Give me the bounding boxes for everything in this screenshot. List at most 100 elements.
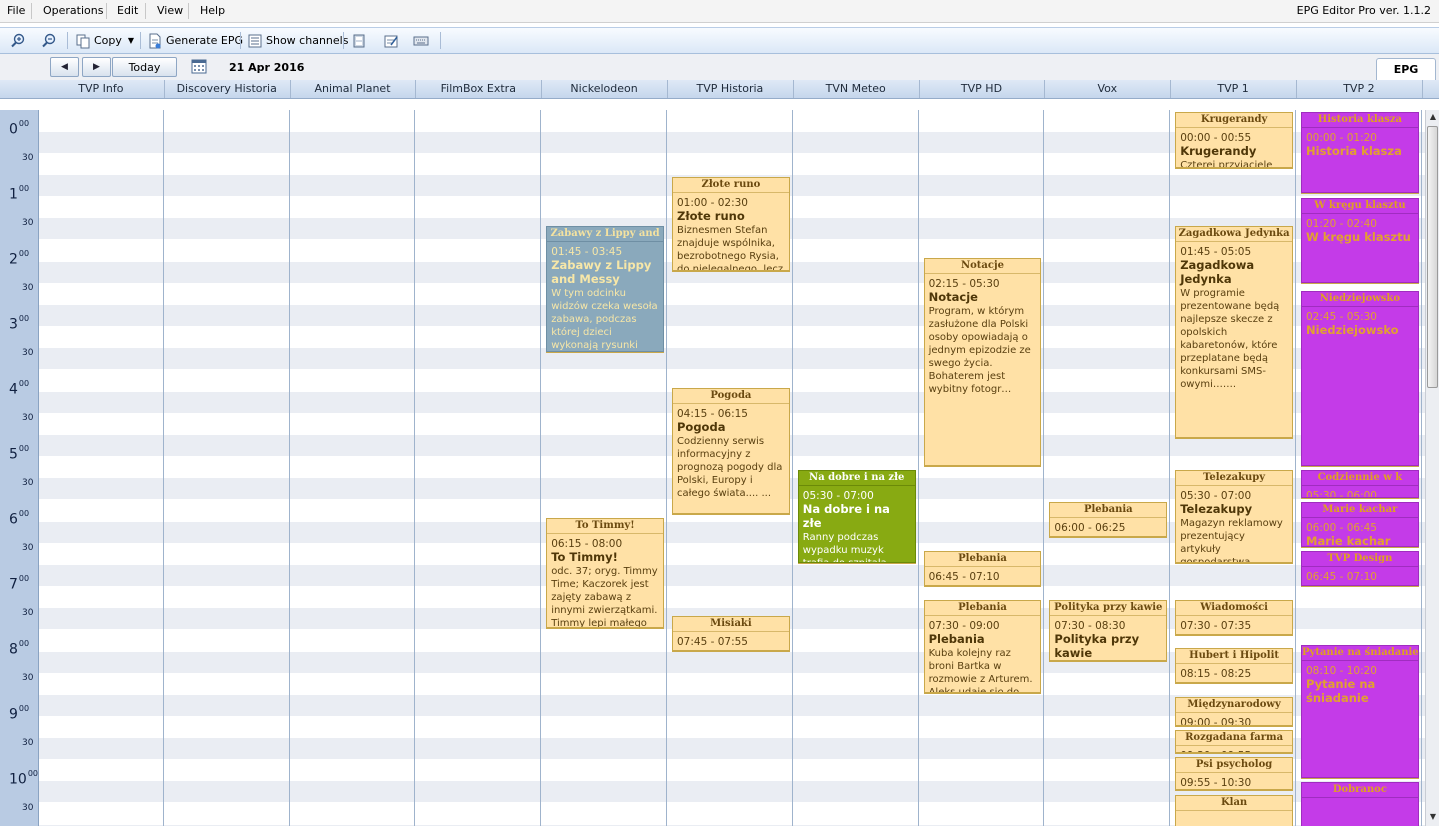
program-name: W kręgu klasztu <box>1306 229 1411 244</box>
toolbar: Copy ▼ Generate EPG Show channels <box>0 27 1439 54</box>
toolbar-separator <box>440 32 441 49</box>
channel-header-item[interactable]: TVP Info <box>38 82 164 96</box>
program-block[interactable]: Dobranoc <box>1301 781 1419 826</box>
channel-header-item[interactable]: Animal Planet <box>290 82 416 96</box>
program-name: Na dobre i na złe <box>802 501 890 530</box>
tab-epg[interactable]: EPG <box>1376 58 1436 81</box>
channel-header-item[interactable]: Discovery Historia <box>164 82 290 96</box>
channel-header-item[interactable]: TVN Meteo <box>793 82 919 96</box>
program-block[interactable]: Polityka przy kawie 07:30 - 08:30 Polityka… <box>1049 599 1168 661</box>
menu-operations[interactable]: Operations <box>43 4 103 17</box>
program-block[interactable]: Na dobre i na złe 05:30 - 07:00 Na dobre i… <box>797 469 916 563</box>
generate-epg-button[interactable]: Generate EPG <box>147 31 243 50</box>
today-button[interactable]: Today <box>112 57 177 77</box>
program-time: 06:00 - 06:45 <box>1306 522 1377 534</box>
program-name: Zagadkowa Jedynka <box>1180 257 1255 286</box>
channel-header-item[interactable]: FilmBox Extra <box>415 82 541 96</box>
program-title-bar: Psi psycholog <box>1176 758 1292 773</box>
menu-help[interactable]: Help <box>200 4 225 17</box>
film-icon <box>353 34 365 47</box>
program-block[interactable]: Pogoda 04:15 - 06:15 Pogoda Codzienny serwi… <box>672 388 790 515</box>
program-block[interactable]: Telezakupy 05:30 - 07:00 Telezakupy Magazyn… <box>1175 469 1293 563</box>
menu-separator <box>106 3 107 19</box>
keyboard-icon <box>413 36 429 45</box>
program-title-bar: Misiaki <box>673 617 789 632</box>
program-block[interactable]: Misiaki 07:45 - 07:55 <box>672 615 790 651</box>
scrollbar-thumb[interactable] <box>1427 126 1438 388</box>
toolbar-separator <box>67 32 68 49</box>
chevron-down-icon[interactable]: ▼ <box>128 36 134 45</box>
program-block[interactable]: Niedziejowsko 02:45 - 05:30 Niedziejowsko <box>1301 290 1419 466</box>
copy-button[interactable]: Copy ▼ <box>75 31 134 50</box>
half-hour-label: 30 <box>22 543 34 553</box>
program-block[interactable]: Złote runo 01:00 - 02:30 Złote runo Biznesm… <box>672 177 790 271</box>
program-block[interactable]: Rozgadana farma09:30 - 09:55 <box>1175 729 1293 753</box>
program-block[interactable]: Międzynarodowy 09:00 - 09:30 <box>1175 697 1293 726</box>
keyboard-button[interactable] <box>413 31 429 50</box>
program-name: Pytanie na śniadanie <box>1306 677 1376 705</box>
menu-file[interactable]: File <box>7 4 25 17</box>
program-title-bar: Plebania <box>924 552 1041 567</box>
program-title-bar: Pogoda <box>673 389 789 405</box>
zoom-in-button[interactable] <box>10 31 26 50</box>
program-title-bar: Krugerandy <box>1176 113 1292 128</box>
program-description: Magazyn reklamowy prezentujący artykuły … <box>1180 517 1283 563</box>
program-block[interactable]: To Timmy! 06:15 - 08:00 To Timmy! odc. 37; … <box>546 518 664 628</box>
previous-day-button[interactable]: ◀ <box>50 57 79 77</box>
edit-button[interactable] <box>383 31 399 50</box>
vertical-scrollbar[interactable]: ▲ ▼ <box>1425 110 1439 826</box>
zoom-out-button[interactable] <box>41 31 57 50</box>
channel-header-item[interactable]: Vox <box>1044 82 1170 96</box>
program-block[interactable]: Historia klasza 00:00 - 01:20 Historia kla… <box>1301 112 1419 193</box>
next-day-button[interactable]: ▶ <box>82 57 111 77</box>
program-block[interactable]: Klan <box>1175 794 1293 826</box>
menu-separator <box>188 3 189 19</box>
program-block[interactable]: Zabawy z Lippy and 01:45 - 03:45 Zabawy z … <box>546 225 664 352</box>
hour-label: 000 <box>9 119 30 138</box>
half-hour-label: 30 <box>22 413 34 423</box>
hour-label: 300 <box>9 314 30 333</box>
program-block[interactable]: Plebania 07:30 - 09:00 Plebania Kuba kolejn… <box>923 599 1042 693</box>
program-block[interactable]: Pytanie na śniadanie 08:10 - 10:20 Pytanie… <box>1301 645 1419 778</box>
scroll-up-arrow-icon[interactable]: ▲ <box>1428 111 1438 123</box>
program-title-bar: Międzynarodowy <box>1176 698 1292 713</box>
hour-label: 500 <box>9 444 30 463</box>
column-divider <box>1420 110 1422 826</box>
program-block[interactable]: Zagadkowa Jedynka 01:45 - 05:05 Zagadkowa … <box>1175 225 1293 439</box>
menu-edit[interactable]: Edit <box>117 4 138 17</box>
program-name: Zabawy z Lippy and Messy <box>551 257 652 286</box>
program-title-bar: Zabawy z Lippy and <box>547 227 663 242</box>
program-block[interactable]: Notacje 02:15 - 05:30 Notacje Program, w kt… <box>923 258 1042 466</box>
program-block[interactable]: W kręgu klasztu 01:20 - 02:40 W kręgu klas… <box>1301 197 1419 284</box>
program-block[interactable]: Plebania 06:00 - 06:25 <box>1049 502 1168 537</box>
channel-header-item[interactable]: Nickelodeon <box>541 82 667 96</box>
toolbar-separator <box>240 32 241 49</box>
time-slot-row <box>39 564 1425 586</box>
half-hour-label: 30 <box>22 673 34 683</box>
menu-view[interactable]: View <box>157 4 183 17</box>
channel-header-item[interactable]: TVP HD <box>919 82 1045 96</box>
show-channels-button[interactable]: Show channels <box>247 31 348 50</box>
program-block[interactable]: Plebania 06:45 - 07:10 <box>923 550 1042 586</box>
program-title-bar: Na dobre i na złe <box>798 471 915 486</box>
channel-header-item[interactable]: TVP 1 <box>1170 82 1296 96</box>
calendar-icon[interactable] <box>191 58 207 74</box>
program-block[interactable]: Krugerandy 00:00 - 00:55 Krugerandy Czterej… <box>1175 112 1293 168</box>
program-title-bar: Notacje <box>924 259 1041 275</box>
hour-label: 700 <box>9 574 30 593</box>
program-block[interactable]: TVP Design 06:45 - 07:10 <box>1301 550 1419 586</box>
program-block[interactable]: Codziennie w k 05:30 - 06:00 <box>1301 469 1419 498</box>
edit-icon <box>384 35 398 47</box>
program-block[interactable]: Hubert i Hipolit 08:15 - 08:25 <box>1175 648 1293 684</box>
channel-header-item[interactable]: TVP Historia <box>667 82 793 96</box>
column-divider <box>1043 110 1045 826</box>
channel-header-item[interactable]: TVP 2 <box>1296 82 1422 96</box>
program-block[interactable]: Marie kachar 06:00 - 06:45 Marie kachar <box>1301 502 1419 547</box>
program-description: W tym odcinku widzów czeka wesoła zabawa… <box>551 287 658 351</box>
program-block[interactable]: Psi psycholog 09:55 - 10:30 <box>1175 756 1293 791</box>
scroll-down-arrow-icon[interactable]: ▼ <box>1428 811 1438 823</box>
program-block[interactable]: Wiadomości 07:30 - 07:35 <box>1175 599 1293 635</box>
epg-grid[interactable]: Zabawy z Lippy and 01:45 - 03:45 Zabawy z … <box>39 110 1425 826</box>
program-time: 07:30 - 07:35 <box>1180 619 1252 632</box>
schedule-button[interactable] <box>351 31 367 50</box>
